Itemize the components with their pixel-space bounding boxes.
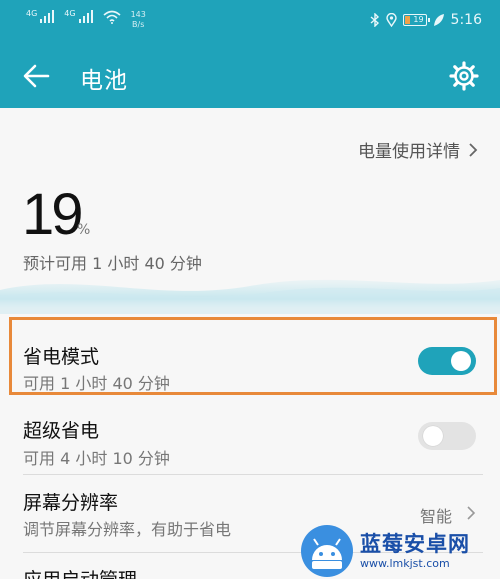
bluetooth-icon [370, 13, 379, 27]
battery-level: 19 [413, 15, 424, 24]
screen-resolution-subtitle: 调节屏幕分辨率，有助于省电 [23, 520, 232, 539]
net-speed-unit: B/s [132, 20, 145, 29]
battery-wave-graphic [0, 279, 500, 314]
signal-icon: 4G [64, 9, 93, 23]
usage-details-label: 电量使用详情 [358, 142, 460, 162]
android-logo-icon [301, 524, 353, 577]
battery-percent: 19 [22, 182, 83, 247]
clock: 5:16 [450, 12, 482, 28]
highlight-box [9, 317, 497, 395]
app-launch-management-title: 应用启动管理 [23, 565, 137, 579]
status-bar: 4G 4G 143 B/s 19 5:16 [0, 0, 500, 44]
status-bar-right: 19 5:16 [370, 12, 482, 28]
signal-icon: 4G [26, 9, 55, 23]
battery-percent-unit: % [77, 222, 91, 238]
gear-icon[interactable] [448, 60, 480, 92]
status-bar-left: 4G 4G 143 B/s [26, 10, 146, 30]
net-speed: 143 B/s [131, 10, 146, 30]
watermark-text: 蓝莓安卓网 www.lmkjst.com [360, 531, 470, 571]
ultra-power-saving-subtitle: 可用 4 小时 10 分钟 [23, 449, 170, 468]
signal-label: 4G [26, 9, 38, 18]
wifi-icon [103, 10, 121, 24]
usage-details-link[interactable]: 电量使用详情 [358, 137, 478, 162]
divider [23, 474, 483, 475]
leaf-icon [433, 14, 444, 26]
ultra-power-saving-title: 超级省电 [23, 420, 100, 442]
app-bar: 电池 [0, 44, 500, 108]
page-title: 电池 [80, 68, 128, 94]
ultra-power-saving-row[interactable]: 超级省电 可用 4 小时 10 分钟 [0, 400, 500, 470]
watermark-url: www.lmkjst.com [360, 556, 450, 570]
ultra-power-saving-toggle[interactable] [418, 422, 476, 450]
watermark: 蓝莓安卓网 www.lmkjst.com [300, 522, 500, 579]
net-speed-value: 143 [130, 10, 146, 19]
chevron-right-icon [469, 142, 478, 157]
watermark-name: 蓝莓安卓网 [360, 531, 470, 556]
location-icon [385, 13, 397, 27]
screen-resolution-title: 屏幕分辨率 [23, 492, 119, 514]
back-arrow-icon[interactable] [20, 60, 52, 92]
chevron-right-icon [467, 506, 476, 520]
signal-label: 4G [64, 9, 76, 18]
battery-icon: 19 [402, 14, 430, 26]
